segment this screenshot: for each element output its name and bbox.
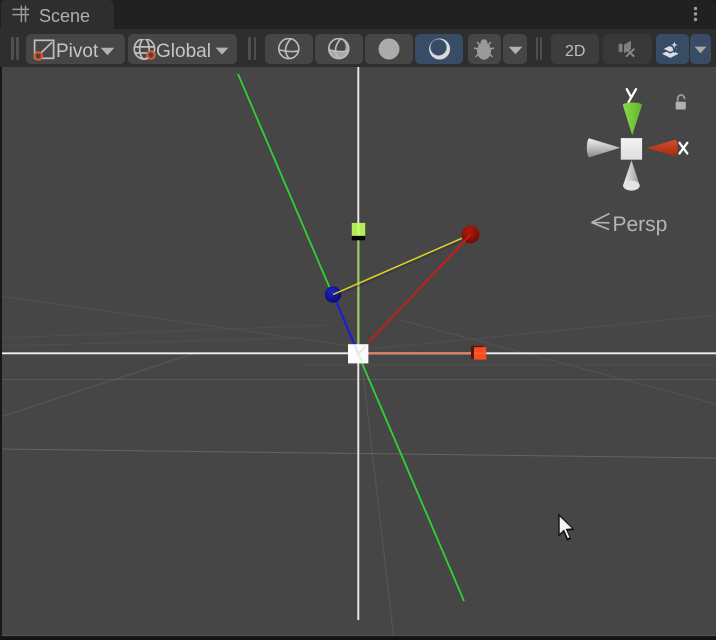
svg-text:Persp: Persp: [613, 213, 668, 236]
